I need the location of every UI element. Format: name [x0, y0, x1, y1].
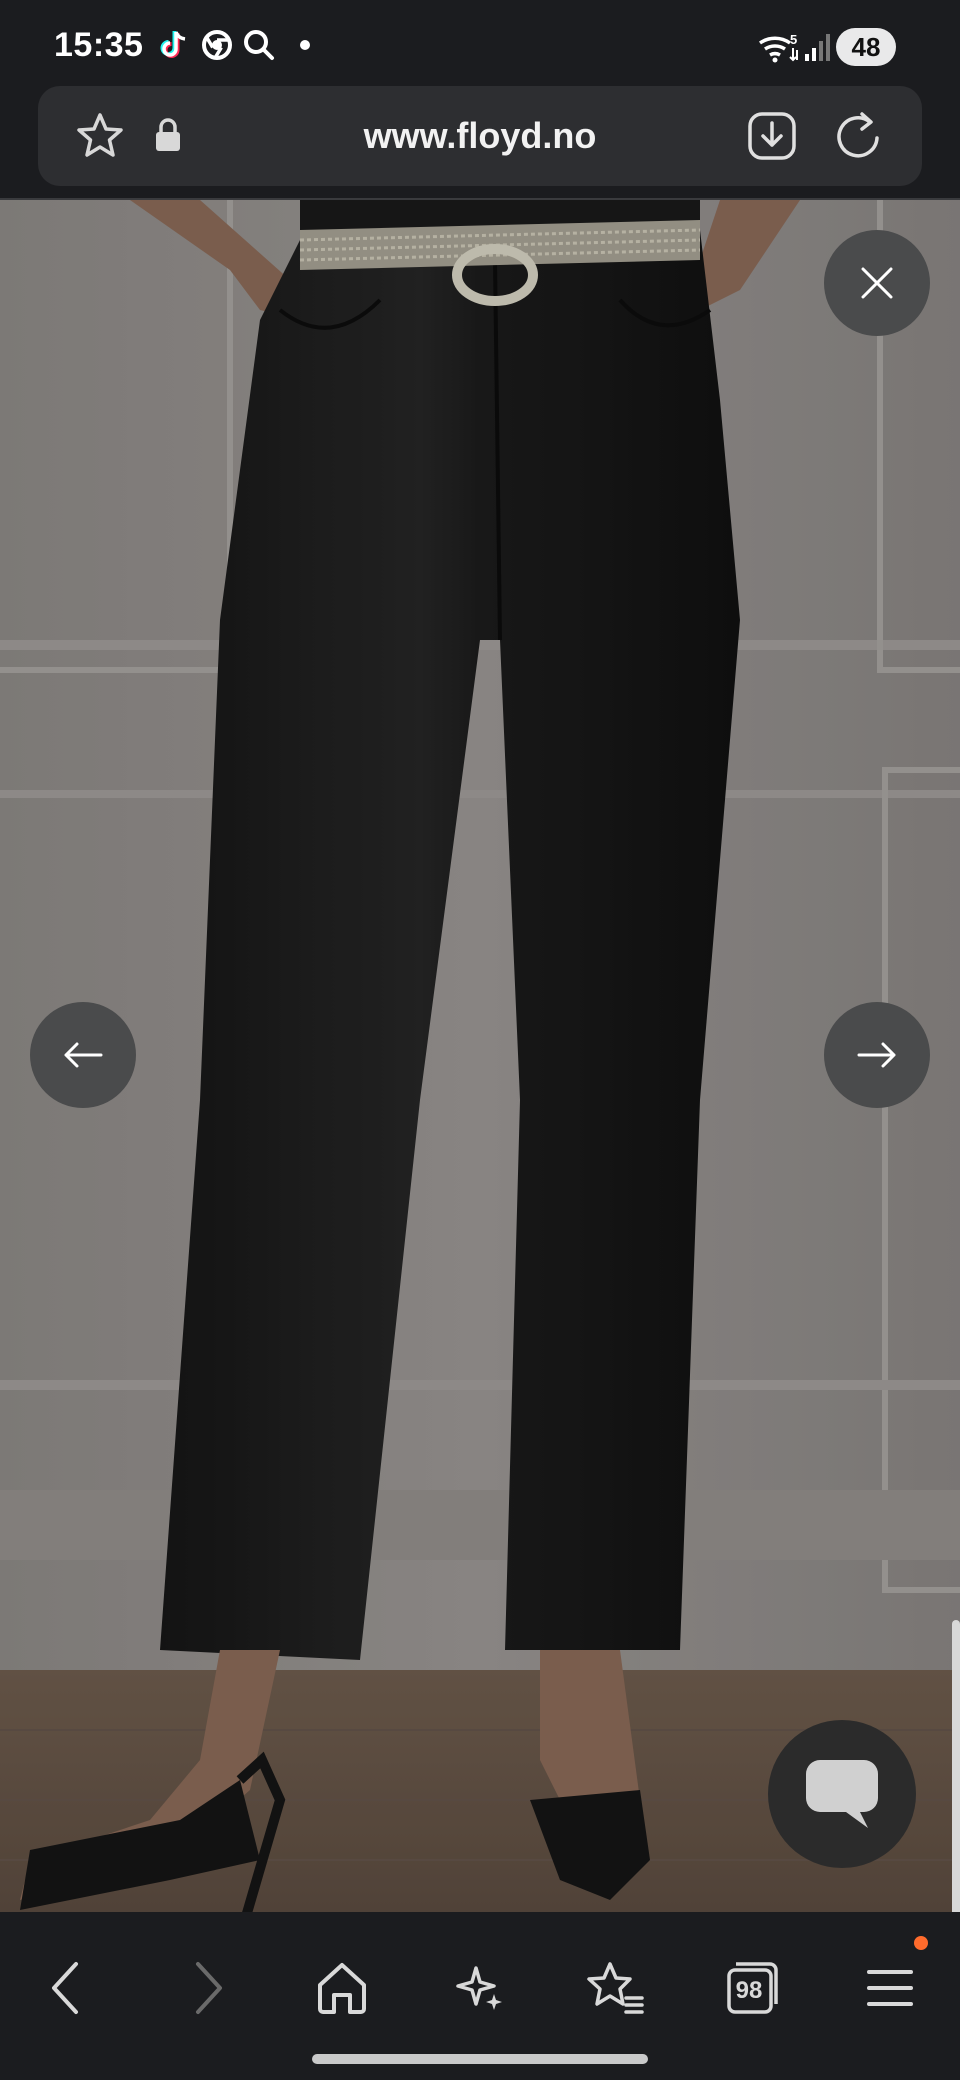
menu-icon [867, 1970, 913, 2006]
tabs-count: 98 [735, 1977, 763, 2004]
chat-bubble-icon [806, 1760, 878, 1828]
previous-image-button[interactable] [30, 1002, 136, 1108]
arrow-left-icon [64, 1042, 103, 1068]
chat-button[interactable] [768, 1720, 916, 1868]
nav-home-button[interactable] [302, 1948, 382, 2028]
notification-dot [914, 1936, 928, 1950]
arrow-right-icon [857, 1042, 896, 1068]
nav-menu-button[interactable] [850, 1948, 930, 2028]
chrome-icon [202, 30, 232, 60]
reload-icon[interactable] [832, 110, 884, 162]
wifi-icon: 5 [758, 32, 798, 63]
nav-bookmarks-button[interactable] [576, 1948, 656, 2028]
status-time: 15:35 [54, 26, 144, 64]
bookmarks-icon [587, 1962, 644, 2014]
sparkle-icon [456, 1966, 502, 2010]
url-bar[interactable]: www.floyd.no [38, 86, 922, 186]
download-icon[interactable] [746, 110, 798, 162]
network-label: 5 [790, 32, 797, 47]
forward-icon [196, 1962, 222, 2014]
close-button[interactable] [824, 230, 930, 336]
battery-indicator: 48 [836, 28, 896, 66]
next-image-button[interactable] [824, 1002, 930, 1108]
product-image[interactable] [0, 200, 960, 1912]
home-icon [318, 1963, 366, 2014]
nav-tabs-button[interactable]: 98 [712, 1948, 792, 2028]
home-indicator[interactable] [312, 2054, 648, 2064]
scrollbar[interactable] [952, 1620, 960, 1920]
status-bar: 15:35 5 48 [0, 0, 960, 88]
signal-icon [805, 34, 830, 61]
dot-icon [300, 40, 310, 50]
nav-back-button[interactable] [26, 1948, 106, 2028]
tiktok-icon [160, 31, 186, 58]
close-icon [861, 267, 893, 299]
back-icon [52, 1962, 78, 2014]
dim-overlay [0, 200, 960, 1912]
search-icon [244, 30, 274, 60]
nav-forward-button[interactable] [168, 1948, 248, 2028]
nav-ai-button[interactable] [440, 1948, 520, 2028]
